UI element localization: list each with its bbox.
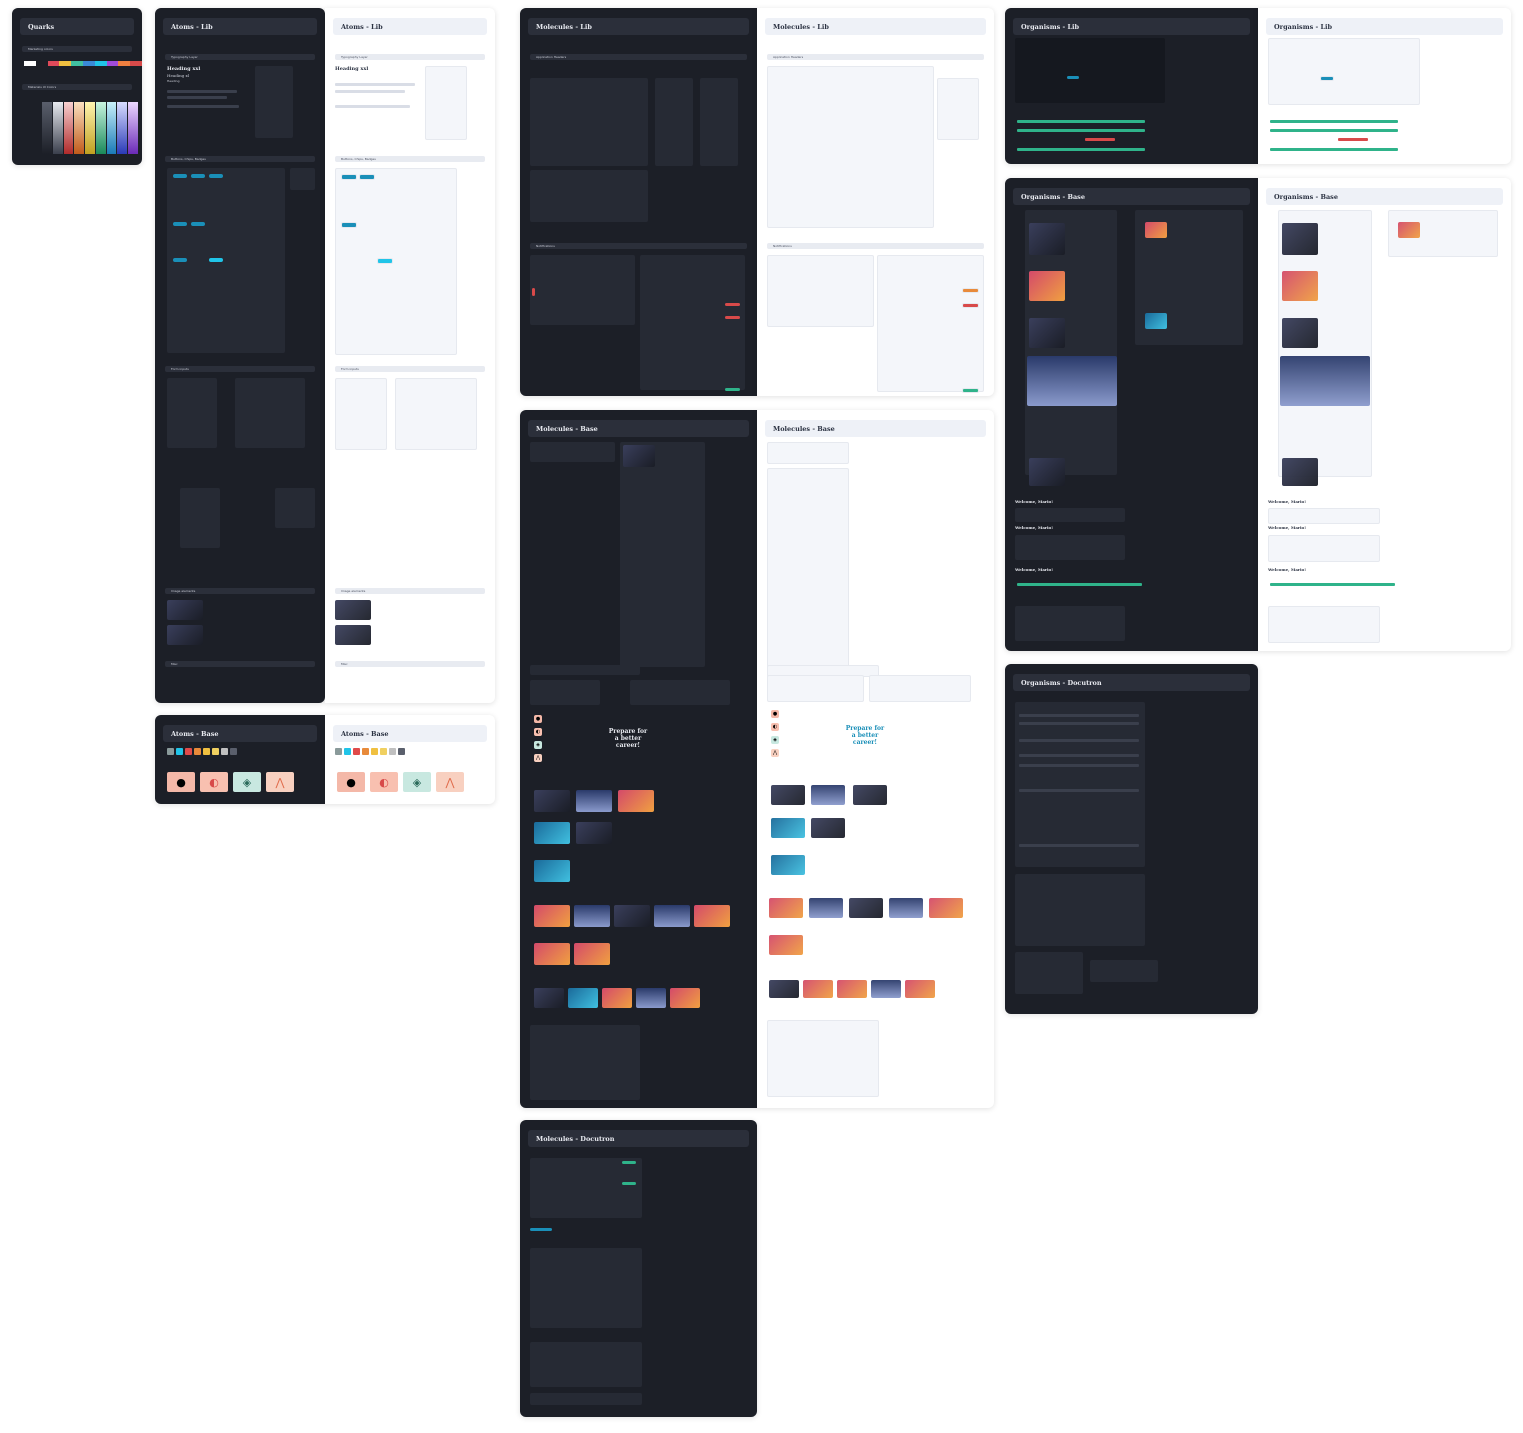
section-notifications: Notifications [530,243,747,249]
board-title: Atoms - Base [333,725,487,742]
sample-image [167,625,203,645]
board-title: Organisms - Docutron [1013,674,1250,691]
board-title: Atoms - Base [163,725,317,742]
board-molecules-lib-dark: Molecules - Lib Application Headers Noti… [520,8,757,396]
sample-image [335,625,371,645]
chart-icon: ⋀ [266,772,294,792]
welcome-heading: Welcome, Mario! [1268,525,1306,530]
ui-color-grid [42,102,139,154]
logo-icon: ◐ [370,772,398,792]
board-organisms-base-light: Organisms - Base Welcome, Mario! Welcome… [1258,178,1511,651]
promo-text: Prepare for a better career! [845,725,885,746]
marketing-color-strip [24,61,142,66]
chart-icon: ⋀ [534,754,542,762]
section-image-elements: Image elements [335,588,485,594]
board-atoms-lib-dark: Atoms - Lib Typography Layer Heading xxl… [155,8,325,703]
board-atoms-lib-light: Atoms - Lib Typography Layer Heading xxl… [325,8,495,703]
welcome-heading: Welcome, Mario! [1015,525,1053,530]
heading: Heading [167,79,180,83]
section-typography: Typography Layer [165,54,315,60]
section-form-inputs: Form inputs [335,366,485,372]
board-molecules-base-light: Molecules - Base ● ◐ ◈ ⋀ Prepare for a b… [757,410,994,1108]
section-application-headers: Application Headers [530,54,747,60]
board-title: Atoms - Lib [163,18,317,35]
board-title: Molecules - Base [765,420,986,437]
heading-xxl: Heading xxl [167,66,201,72]
board-title: Organisms - Base [1266,188,1503,205]
promo-text: Prepare for a better career! [608,728,648,749]
board-title: Molecules - Lib [765,18,986,35]
board-title: Molecules - Base [528,420,749,437]
welcome-heading: Welcome, Mario! [1015,499,1053,504]
board-title: Quarks [20,18,134,35]
layers-icon: ◈ [403,772,431,792]
layers-icon: ◈ [233,772,261,792]
board-molecules-docutron: Molecules - Docutron [520,1120,757,1417]
board-title: Atoms - Lib [333,18,487,35]
section-buttons: Buttons, Chips, Badges [335,156,485,162]
board-organisms-docutron: Organisms - Docutron [1005,664,1258,1014]
heading-xxl: Heading xxl [335,66,369,72]
logo-icon: ◐ [200,772,228,792]
board-title: Organisms - Lib [1266,18,1503,35]
section-misc: Misc [335,661,485,667]
layers-icon: ◈ [534,741,542,749]
board-title: Organisms - Lib [1013,18,1250,35]
chart-icon: ⋀ [436,772,464,792]
layers-icon: ◈ [771,736,779,744]
section-materials-ui-colors: Materials UI Colors [22,84,132,90]
logo-icon: ● [534,715,542,723]
welcome-heading: Welcome, Mario! [1015,567,1053,572]
board-atoms-base-light: Atoms - Base ● ◐ ◈ ⋀ [325,715,495,804]
section-image-elements: Image elements [165,588,315,594]
board-molecules-lib-light: Molecules - Lib Application Headers Noti… [757,8,994,396]
board-title: Molecules - Docutron [528,1130,749,1147]
logo-icon: ◐ [771,723,779,731]
sample-image [167,600,203,620]
section-notifications: Notifications [767,243,984,249]
board-organisms-base-dark: Organisms - Base Welcome, Mario! Welcome… [1005,178,1258,651]
section-form-inputs: Form inputs [165,366,315,372]
logo-icon: ● [167,772,195,792]
section-typography: Typography Layer [335,54,485,60]
section-marketing-colors: Marketing colors [22,46,132,52]
board-title: Organisms - Base [1013,188,1250,205]
section-buttons: Buttons, Chips, Badges [165,156,315,162]
logo-icon: ● [337,772,365,792]
logo-icon: ● [771,710,779,718]
board-molecules-base-dark: Molecules - Base ● ◐ ◈ ⋀ Prepare for a b… [520,410,757,1108]
welcome-heading: Welcome, Mario! [1268,499,1306,504]
board-title: Molecules - Lib [528,18,749,35]
board-organisms-lib-dark: Organisms - Lib [1005,8,1258,164]
board-quarks: Quarks Marketing colors Materials UI Col… [12,8,142,165]
logo-icon: ◐ [534,728,542,736]
section-misc: Misc [165,661,315,667]
sample-image [335,600,371,620]
board-organisms-lib-light: Organisms - Lib [1258,8,1511,164]
welcome-heading: Welcome, Mario! [1268,567,1306,572]
board-atoms-base-dark: Atoms - Base ● ◐ ◈ ⋀ [155,715,325,804]
section-application-headers: Application Headers [767,54,984,60]
heading-xl: Heading xl [167,73,190,78]
chart-icon: ⋀ [771,749,779,757]
